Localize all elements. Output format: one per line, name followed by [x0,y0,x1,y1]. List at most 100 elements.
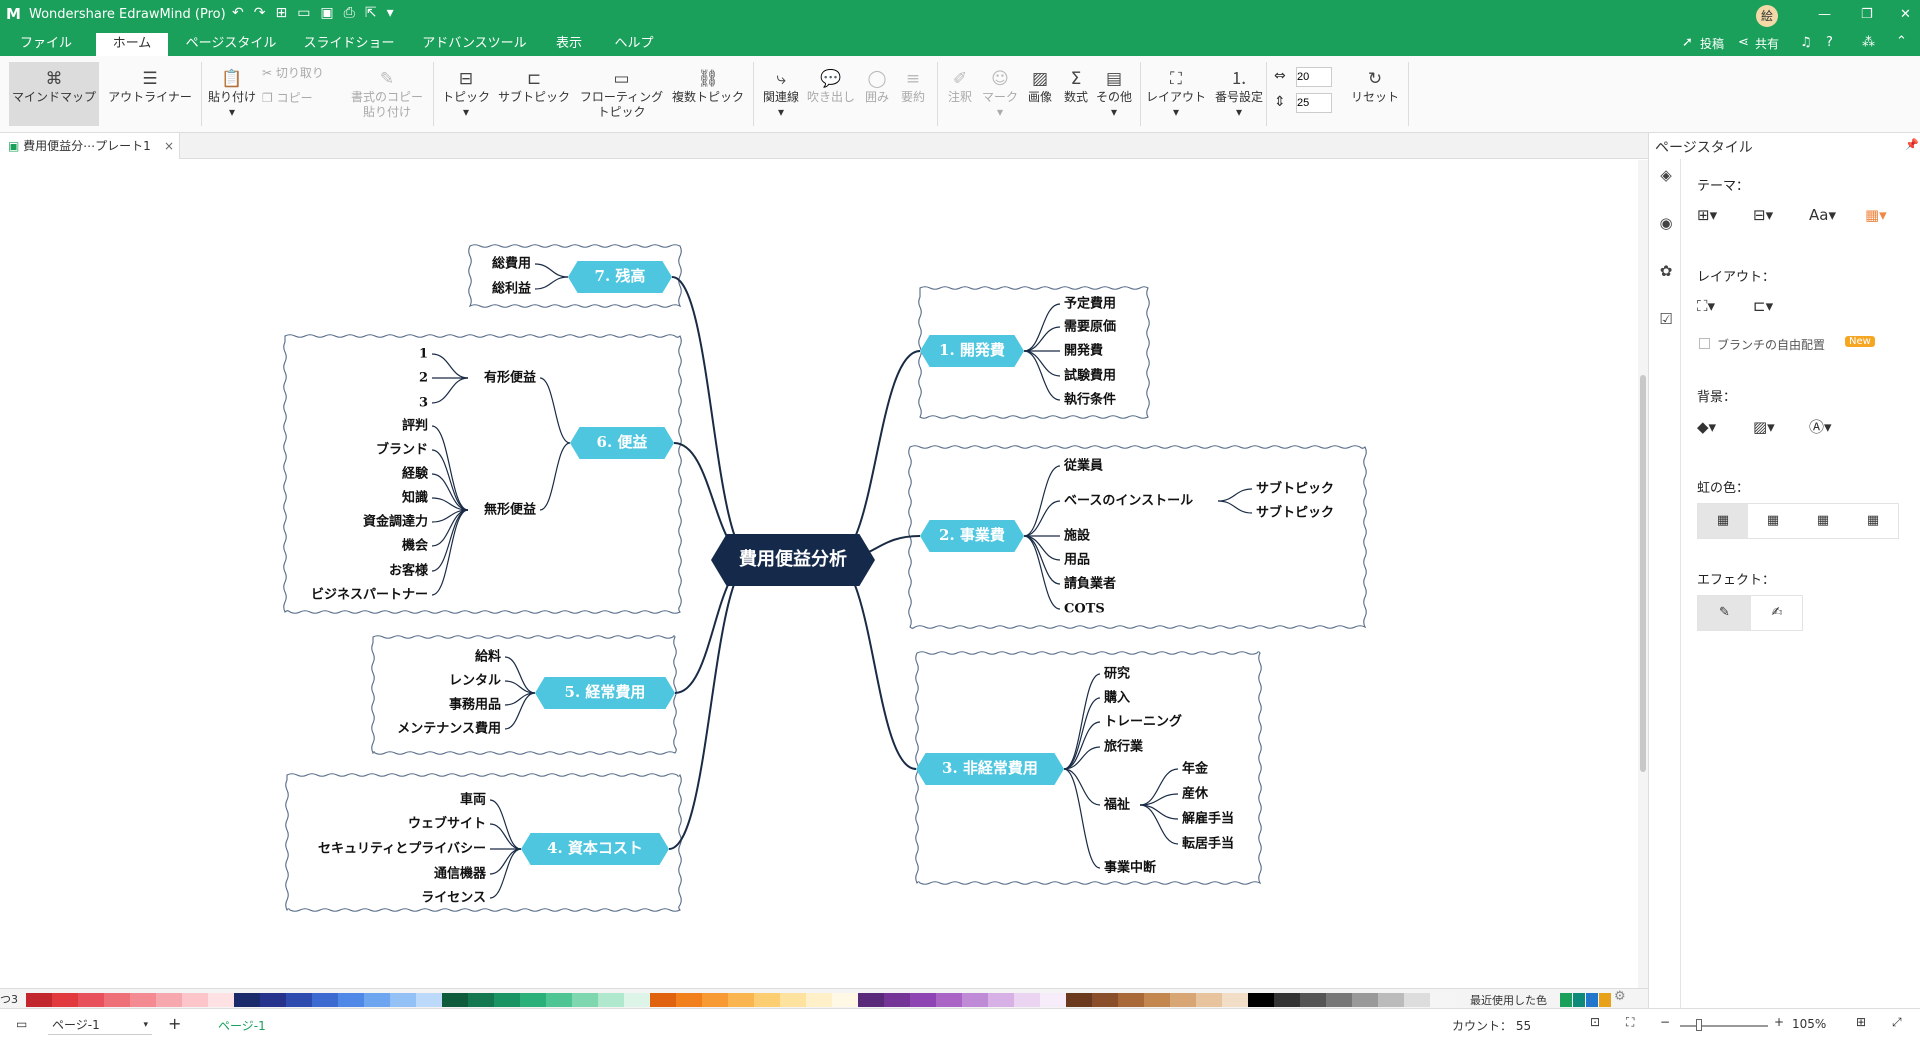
color-swatch[interactable] [962,993,988,1007]
effect-normal-icon[interactable]: ✎ [1698,596,1751,630]
color-swatch[interactable] [1196,993,1222,1007]
main-topic-label[interactable]: 6. 便益 [597,433,648,451]
tab-home[interactable]: ホーム [96,33,168,56]
color-swatch[interactable] [156,993,182,1007]
recent-color-swatch[interactable] [1599,993,1611,1007]
subtopic[interactable]: 年金 [1182,761,1209,777]
multi-topic-button[interactable]: ⛓ 複数トピック [669,68,747,105]
color-swatch[interactable] [858,993,884,1007]
publish-button[interactable]: 投稿 [1700,35,1724,52]
color-swatch[interactable] [1222,993,1248,1007]
subtopic[interactable]: 用品 [1063,553,1090,568]
theme-layout-icon[interactable]: ⊞▾ [1697,205,1717,225]
rainbow-option-2-icon[interactable]: ▦ [1748,504,1798,538]
font-icon[interactable]: Aa▾ [1809,205,1836,225]
color-swatch[interactable] [1404,993,1430,1007]
clipart-icon[interactable]: ✿ [1656,261,1676,281]
subtopic[interactable]: サブトピック [1256,481,1334,497]
main-topic-label[interactable]: 1. 開発費 [939,341,1005,359]
subtopic[interactable]: 車両 [460,792,486,808]
doc-tab[interactable]: ▣ 費用便益分⋯プレート1 × [0,133,180,159]
color-swatch[interactable] [520,993,546,1007]
main-topic-label[interactable]: 5. 経常費用 [565,683,646,701]
subtopic[interactable]: 研究 [1104,666,1130,682]
color-swatch[interactable] [1248,993,1274,1007]
apps-icon[interactable]: ⁂ [1862,35,1875,50]
tab-file[interactable]: ファイル [10,35,82,56]
color-swatch[interactable] [1352,993,1378,1007]
subtopic[interactable]: 機会 [402,538,429,554]
pin-icon[interactable]: 📌 [1905,138,1919,151]
subtopic[interactable]: セキュリティとプライバシー [318,842,486,857]
subtopic[interactable]: 総利益 [492,281,531,297]
tab-advanced-tools[interactable]: アドバンスツール [412,35,537,56]
paste-button[interactable]: 📋 貼り付け ▾ [207,68,257,120]
subtopic[interactable]: 資金調達力 [363,514,428,530]
share-button[interactable]: 共有 [1755,35,1779,52]
recent-swatches[interactable] [1560,992,1612,1007]
layout-button[interactable]: ⛶ レイアウト ▾ [1143,68,1209,120]
color-swatch[interactable] [676,993,702,1007]
recent-color-swatch[interactable] [1573,993,1585,1007]
zoom-slider-thumb[interactable] [1696,1019,1702,1031]
background-image-icon[interactable]: ▨▾ [1753,417,1775,437]
color-swatch[interactable] [312,993,338,1007]
color-swatch[interactable] [780,993,806,1007]
subtopic[interactable]: 事務用品 [449,697,501,713]
subtopic[interactable]: 転居手当 [1182,836,1234,852]
mark-panel-icon[interactable]: ◉ [1656,213,1676,233]
image-button[interactable]: ▨ 画像 [1022,68,1058,105]
zoom-level[interactable]: 105% [1792,1017,1826,1031]
theme-style-icon[interactable]: ⊟▾ [1753,205,1773,225]
effect-hand-drawn-icon[interactable]: ✍ [1751,596,1803,630]
color-swatch[interactable] [884,993,910,1007]
subtopic[interactable]: 購入 [1103,690,1130,706]
height-spacing-input[interactable] [1296,93,1332,113]
zoom-in-icon[interactable]: + [1774,1015,1784,1029]
color-swatch[interactable] [754,993,780,1007]
subtopic[interactable]: 試験費用 [1064,368,1116,384]
palette-swatches[interactable] [26,992,1456,1007]
subtopic[interactable]: 知識 [402,490,428,506]
color-swatch[interactable] [260,993,286,1007]
color-swatch[interactable] [1040,993,1066,1007]
quick-access-toolbar[interactable]: ↶↷⊞▭▣⎙⇱▾ [232,5,404,21]
color-swatch[interactable] [338,993,364,1007]
color-swatch[interactable] [364,993,390,1007]
tab-page-style[interactable]: ページスタイル [176,35,286,56]
color-swatch[interactable] [650,993,676,1007]
restore-icon[interactable]: ❐ [1861,7,1873,22]
help-icon[interactable]: ? [1826,35,1833,50]
color-swatch[interactable] [78,993,104,1007]
subtopic[interactable]: お客様 [389,563,429,579]
publish-icon[interactable]: ➚ [1682,35,1693,50]
subtopic[interactable]: 評判 [402,418,428,434]
color-swatch[interactable] [1014,993,1040,1007]
color-swatch[interactable] [286,993,312,1007]
color-swatch[interactable] [26,993,52,1007]
subtopic[interactable]: メンテナンス費用 [397,721,501,737]
numbering-button[interactable]: ⒈ 番号設定 ▾ [1209,68,1269,120]
subtopic[interactable]: 執行条件 [1064,392,1116,408]
vertical-scroll-thumb[interactable] [1640,375,1646,772]
color-swatch[interactable] [1430,993,1456,1007]
color-swatch[interactable] [910,993,936,1007]
color-swatch[interactable] [416,993,442,1007]
subtopic[interactable]: ベースのインストール [1064,494,1193,509]
subtopic[interactable]: 有形便益 [484,370,536,386]
relation-button[interactable]: ⤷ 関連線 ▾ [757,68,805,120]
subtopic[interactable]: 産休 [1182,786,1209,802]
layout-style-icon[interactable]: ⛶▾ [1697,296,1715,316]
width-spacing-input[interactable] [1296,67,1332,87]
subtopic[interactable]: 需要原価 [1064,319,1116,335]
central-topic-label[interactable]: 費用便益分析 [739,548,847,570]
connector-style-icon[interactable]: ⊏▾ [1753,296,1773,316]
avatar[interactable]: 絵 [1756,5,1778,27]
add-page-icon[interactable]: + [168,1014,181,1033]
page-style-icon[interactable]: ◈ [1656,165,1676,185]
subtopic[interactable]: COTS [1064,602,1105,617]
mindmap-svg[interactable]: 費用便益分析 7. 残高 1. 開発費 6. 便益 2. 事業費 5. 経常費用 3. 非経… [0,160,1638,988]
subtopic[interactable]: 通信機器 [434,866,487,882]
tab-slideshow[interactable]: スライドショー [294,35,404,56]
color-swatch[interactable] [442,993,468,1007]
